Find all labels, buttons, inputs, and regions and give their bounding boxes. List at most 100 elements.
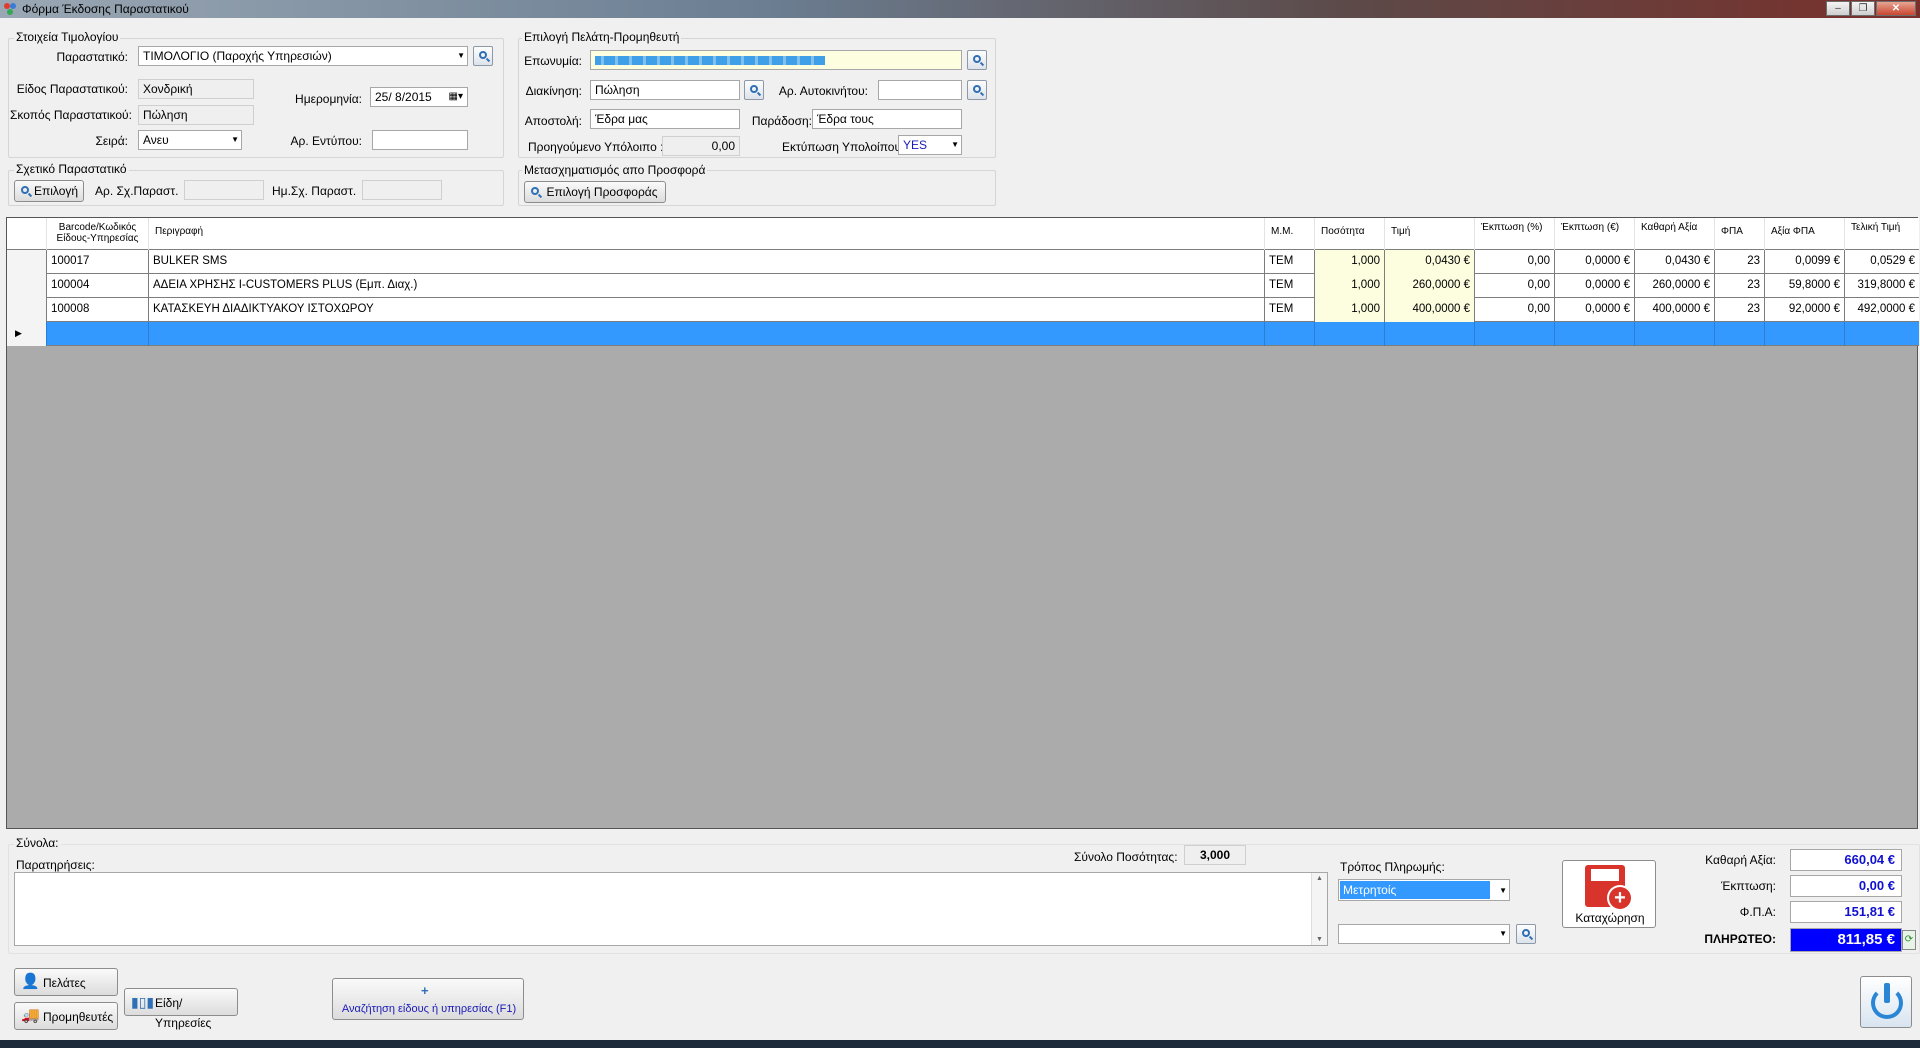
cell-mm[interactable]: ΤΕΜ — [1265, 298, 1315, 322]
payable-label: ΠΛΗΡΩΤΕΟ: — [1704, 932, 1776, 946]
cell-disc-eur[interactable]: 0,0000 € — [1555, 250, 1635, 274]
customers-button[interactable]: 👤 Πελάτες — [14, 968, 118, 996]
cell-vat-amt[interactable]: 0,0099 € — [1765, 250, 1845, 274]
offer-select-button[interactable]: Επιλογή Προσφοράς — [524, 181, 666, 203]
cell-desc[interactable]: ΚΑΤΑΣΚΕΥΗ ΔΙΑΔΙΚΤΥΑΚΟΥ ΙΣΤΟΧΩΡΟΥ — [149, 298, 1265, 322]
cell-vat-amt[interactable]: 92,0000 € — [1765, 298, 1845, 322]
col-header-price[interactable]: Τιμή — [1385, 218, 1475, 250]
row-header[interactable] — [7, 250, 47, 274]
cell-qty[interactable]: 1,000 — [1315, 250, 1385, 274]
cell-vat[interactable]: 23 — [1715, 298, 1765, 322]
date-picker[interactable]: 25/ 8/2015 ▦▾ — [370, 87, 468, 107]
new-row-cell[interactable] — [1845, 322, 1919, 346]
table-row[interactable]: 100008 ΚΑΤΑΣΚΕΥΗ ΔΙΑΔΙΚΤΥΑΚΟΥ ΙΣΤΟΧΩΡΟΥ ΤΕ… — [7, 298, 1919, 322]
cell-code[interactable]: 100004 — [47, 274, 149, 298]
cell-final[interactable]: 319,8000 € — [1845, 274, 1919, 298]
suppliers-button[interactable]: 🚚 Προμηθευτές — [14, 1002, 118, 1030]
save-button[interactable]: + Καταχώρηση — [1562, 860, 1656, 928]
cell-desc[interactable]: ΑΔΕΙΑ ΧΡΗΣΗΣ I-CUSTOMERS PLUS (Εμπ. Διαχ… — [149, 274, 1265, 298]
dispatch-input[interactable]: Έδρα μας — [590, 109, 740, 129]
col-header-vat-amt[interactable]: Αξία ΦΠΑ — [1765, 218, 1845, 250]
row-header[interactable] — [7, 298, 47, 322]
col-header-vat[interactable]: ΦΠΑ — [1715, 218, 1765, 250]
cell-disc-eur[interactable]: 0,0000 € — [1555, 298, 1635, 322]
scroll-down-icon[interactable]: ▼ — [1316, 936, 1323, 943]
cell-mm[interactable]: ΤΕΜ — [1265, 274, 1315, 298]
cell-price[interactable]: 400,0000 € — [1385, 298, 1475, 322]
col-header-disc-eur[interactable]: Έκπτωση (€) — [1555, 218, 1635, 250]
cell-qty[interactable]: 1,000 — [1315, 274, 1385, 298]
series-select[interactable]: Ανευ ▼ — [138, 130, 242, 150]
col-header-code[interactable]: Barcode/Κωδικός Είδους-Υπηρεσίας — [47, 218, 149, 250]
app-icon — [4, 3, 16, 15]
close-button[interactable]: ✕ — [1876, 1, 1916, 16]
cell-price[interactable]: 0,0430 € — [1385, 250, 1475, 274]
cell-qty[interactable]: 1,000 — [1315, 298, 1385, 322]
title-bar: Φόρμα Έκδοσης Παραστατικού – ❐ ✕ — [0, 0, 1920, 18]
doc-type-select[interactable]: ΤΙΜΟΛΟΓΙΟ (Παροχής Υπηρεσιών) ▼ — [138, 46, 468, 66]
vehicle-search-button[interactable] — [967, 80, 987, 100]
cell-net[interactable]: 0,0430 € — [1635, 250, 1715, 274]
cell-disc-pct[interactable]: 0,00 — [1475, 250, 1555, 274]
new-row[interactable]: ▶ — [7, 322, 1919, 346]
col-header-final[interactable]: Τελική Τιμή — [1845, 218, 1919, 250]
transit-search-button[interactable] — [744, 80, 764, 100]
doc-search-button[interactable] — [473, 46, 493, 66]
cell-disc-pct[interactable]: 0,00 — [1475, 274, 1555, 298]
payment-extra-select[interactable]: ▼ — [1338, 924, 1510, 944]
cell-code[interactable]: 100017 — [47, 250, 149, 274]
table-row[interactable]: 100004 ΑΔΕΙΑ ΧΡΗΣΗΣ I-CUSTOMERS PLUS (Εμπ… — [7, 274, 1919, 298]
notes-scrollbar[interactable]: ▲ ▼ — [1311, 873, 1327, 945]
cell-net[interactable]: 400,0000 € — [1635, 298, 1715, 322]
new-row-cell[interactable] — [149, 322, 1265, 346]
cell-mm[interactable]: ΤΕΜ — [1265, 250, 1315, 274]
col-header-desc[interactable]: Περιγραφή — [149, 218, 1265, 250]
customer-search-button[interactable] — [967, 50, 987, 70]
notes-textarea[interactable]: ▲ ▼ — [14, 872, 1328, 946]
customer-name-input[interactable] — [590, 50, 962, 70]
print-balance-select[interactable]: YES ▼ — [898, 135, 962, 155]
new-row-cell[interactable] — [1315, 322, 1385, 346]
item-search-button[interactable]: + Αναζήτηση είδους ή υπηρεσίας (F1) — [332, 978, 524, 1020]
cell-net[interactable]: 260,0000 € — [1635, 274, 1715, 298]
maximize-button[interactable]: ❐ — [1851, 1, 1875, 16]
cell-final[interactable]: 0,0529 € — [1845, 250, 1919, 274]
form-no-input[interactable] — [372, 130, 468, 150]
new-row-cell[interactable] — [1765, 322, 1845, 346]
net-label: Καθαρή Αξία: — [1705, 853, 1776, 867]
cell-disc-eur[interactable]: 0,0000 € — [1555, 274, 1635, 298]
payment-select[interactable]: Μετρητοίς ▼ — [1338, 879, 1510, 901]
new-row-cell[interactable] — [1475, 322, 1555, 346]
cell-vat[interactable]: 23 — [1715, 274, 1765, 298]
scroll-up-icon[interactable]: ▲ — [1316, 875, 1323, 882]
cell-code[interactable]: 100008 — [47, 298, 149, 322]
cell-price[interactable]: 260,0000 € — [1385, 274, 1475, 298]
related-select-button[interactable]: Επιλογή — [14, 180, 84, 202]
new-row-cell[interactable] — [1265, 322, 1315, 346]
new-row-cell[interactable] — [1555, 322, 1635, 346]
col-header-qty[interactable]: Ποσότητα — [1315, 218, 1385, 250]
table-row[interactable]: 100017 BULKER SMS ΤΕΜ 1,000 0,0430 €0,00 0,00… — [7, 250, 1919, 274]
cell-vat[interactable]: 23 — [1715, 250, 1765, 274]
col-header-mm[interactable]: Μ.Μ. — [1265, 218, 1315, 250]
payment-search-button[interactable] — [1516, 924, 1536, 944]
new-row-cell[interactable] — [47, 322, 149, 346]
cell-desc[interactable]: BULKER SMS — [149, 250, 1265, 274]
cell-vat-amt[interactable]: 59,8000 € — [1765, 274, 1845, 298]
minimize-button[interactable]: – — [1826, 1, 1850, 16]
new-row-cell[interactable] — [1715, 322, 1765, 346]
refresh-icon[interactable]: ⟳ — [1902, 930, 1916, 950]
row-header[interactable] — [7, 274, 47, 298]
col-header-disc-pct[interactable]: Έκπτωση (%) — [1475, 218, 1555, 250]
items-grid[interactable]: Barcode/Κωδικός Είδους-Υπηρεσίας Περιγρα… — [6, 217, 1919, 829]
delivery-input[interactable]: Έδρα τους — [812, 109, 962, 129]
new-row-cell[interactable] — [1635, 322, 1715, 346]
new-row-cell[interactable] — [1385, 322, 1475, 346]
exit-button[interactable] — [1860, 976, 1912, 1028]
cell-final[interactable]: 492,0000 € — [1845, 298, 1919, 322]
transit-input[interactable]: Πώληση — [590, 80, 740, 100]
items-button[interactable]: ▮▯▮ Είδη/Υπηρεσίες — [124, 988, 238, 1030]
vehicle-input[interactable] — [878, 80, 962, 100]
cell-disc-pct[interactable]: 0,00 — [1475, 298, 1555, 322]
col-header-net[interactable]: Καθαρή Αξία — [1635, 218, 1715, 250]
